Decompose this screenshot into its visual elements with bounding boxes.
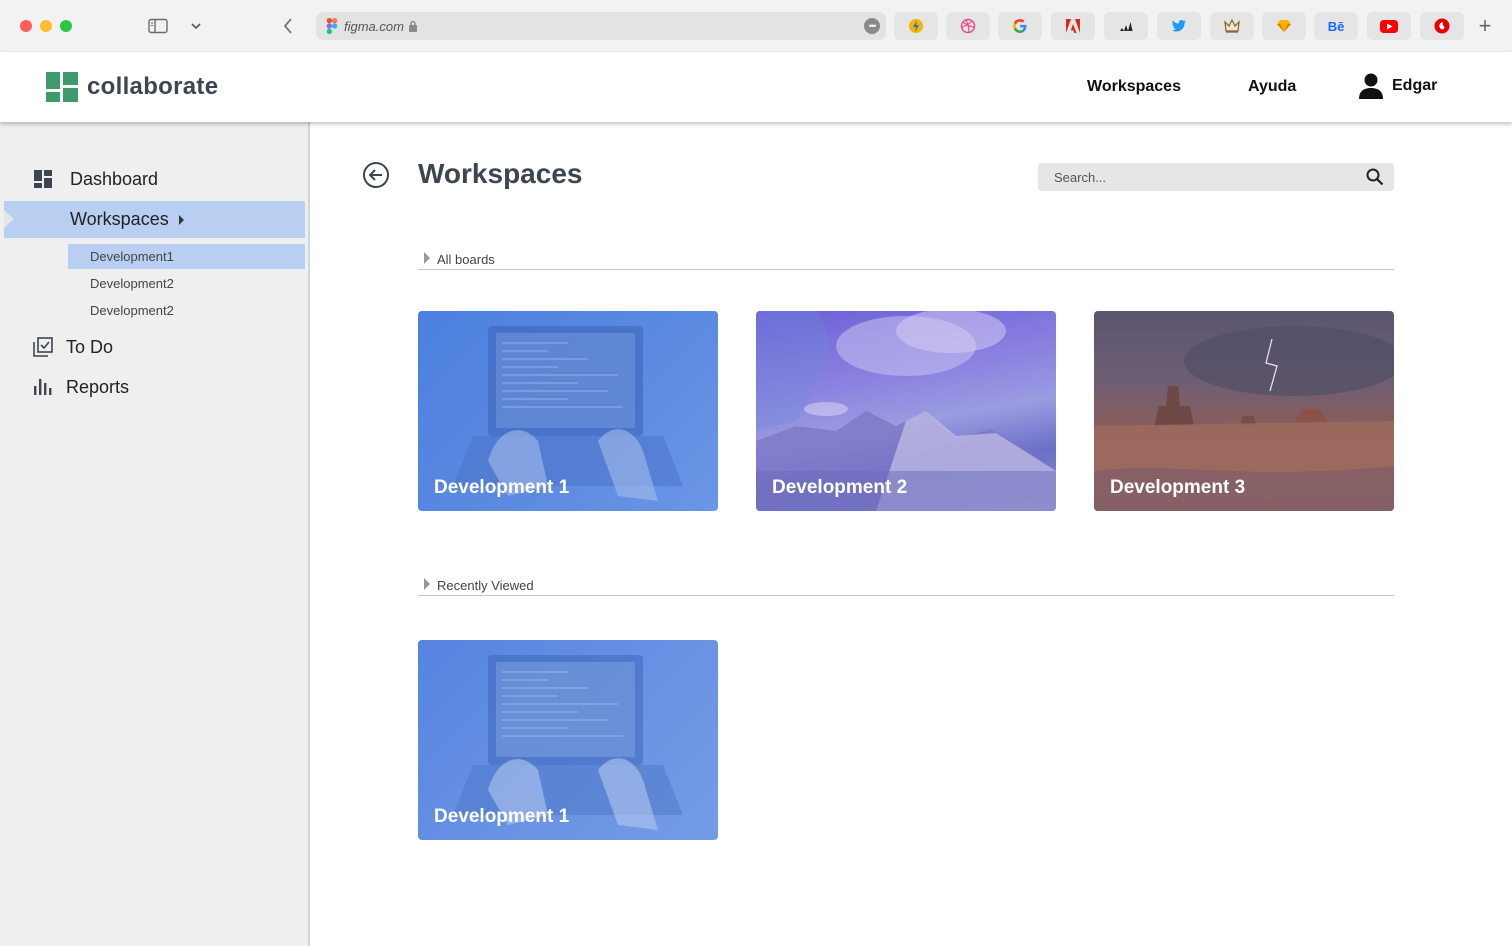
logo-icon — [46, 72, 78, 102]
app-logo[interactable]: collaborate — [46, 72, 218, 102]
caret-right-icon — [424, 578, 430, 590]
google-icon[interactable] — [998, 12, 1042, 40]
close-window-button[interactable] — [20, 20, 32, 32]
board-card[interactable]: Development 3 — [1094, 311, 1394, 511]
figma-icon — [326, 18, 338, 34]
more-options-icon[interactable]: ••• — [864, 18, 880, 34]
user-name: Edgar — [1392, 77, 1438, 94]
sidebar-toggle-icon[interactable] — [146, 14, 170, 38]
selection-indicator — [4, 210, 14, 228]
youtube-icon[interactable] — [1367, 12, 1411, 40]
sidebar-subitem-development2[interactable]: Development2 — [68, 271, 305, 296]
sidebar-item-label: Workspaces — [70, 209, 169, 229]
nav-ayuda-link[interactable]: Ayuda — [1248, 78, 1296, 96]
back-arrow-icon[interactable] — [362, 161, 390, 189]
sidebar-item-reports[interactable]: Reports — [32, 376, 129, 398]
card-title: Development 2 — [772, 477, 908, 498]
sidebar-subitem-development1[interactable]: Development1 — [68, 244, 305, 269]
board-card[interactable]: Development 1 — [418, 640, 718, 840]
chevron-down-icon[interactable] — [186, 14, 206, 38]
checklist-icon — [32, 336, 54, 358]
behance-icon[interactable]: Bē — [1314, 12, 1358, 40]
sidebar-item-label: Dashboard — [70, 168, 159, 189]
bar-chart-icon — [32, 376, 54, 398]
card-title: Development 1 — [434, 806, 570, 827]
search-icon[interactable] — [1366, 168, 1384, 186]
section-recently-viewed[interactable]: Recently Viewed — [418, 574, 1394, 596]
section-label: All boards — [437, 252, 495, 267]
sidebar: Dashboard Workspaces Development1 Develo… — [0, 122, 310, 946]
adobe-icon[interactable] — [1051, 12, 1095, 40]
search-input[interactable] — [1038, 163, 1358, 191]
vodafone-icon[interactable] — [1420, 12, 1464, 40]
sidebar-item-todo[interactable]: To Do — [32, 336, 113, 358]
url-text: figma.com — [344, 18, 404, 34]
user-menu[interactable]: Edgar — [1358, 72, 1437, 100]
user-icon — [1359, 73, 1383, 99]
sketch-icon[interactable] — [1262, 12, 1306, 40]
section-all-boards[interactable]: All boards — [418, 248, 1394, 270]
adidas-icon[interactable] — [1104, 12, 1148, 40]
caret-right-icon — [424, 252, 430, 264]
twitter-icon[interactable] — [1157, 12, 1201, 40]
board-card[interactable]: Development 2 — [756, 311, 1056, 511]
app-header: collaborate Workspaces Ayuda Edgar — [0, 52, 1512, 122]
sidebar-subitem-development2-b[interactable]: Development2 — [68, 298, 305, 323]
dashboard-icon — [32, 168, 54, 190]
crown-icon[interactable] — [1210, 12, 1254, 40]
section-label: Recently Viewed — [437, 578, 534, 593]
page-title: Workspaces — [418, 158, 583, 189]
new-tab-button[interactable]: + — [1474, 12, 1496, 40]
browser-chrome: figma.com ••• Bē + — [0, 0, 1512, 52]
lock-icon — [408, 20, 417, 32]
sidebar-item-workspaces[interactable]: Workspaces — [4, 201, 305, 238]
caret-right-icon — [178, 214, 184, 225]
card-title: Development 3 — [1110, 477, 1246, 498]
card-title: Development 1 — [434, 477, 570, 498]
address-bar[interactable]: figma.com ••• — [316, 12, 886, 40]
dribbble-icon[interactable] — [946, 12, 990, 40]
browser-back-icon[interactable] — [278, 14, 298, 38]
bookmark-lightning-icon[interactable] — [894, 12, 938, 40]
sidebar-item-label: Reports — [66, 376, 130, 397]
nav-workspaces-link[interactable]: Workspaces — [1087, 78, 1181, 96]
minimize-window-button[interactable] — [40, 20, 52, 32]
board-card[interactable]: Development 1 — [418, 311, 718, 511]
zoom-window-button[interactable] — [60, 20, 72, 32]
sidebar-item-dashboard[interactable]: Dashboard — [32, 168, 158, 190]
sidebar-item-label: To Do — [66, 336, 114, 357]
search-box — [1038, 163, 1394, 191]
app-name: collaborate — [87, 73, 219, 100]
